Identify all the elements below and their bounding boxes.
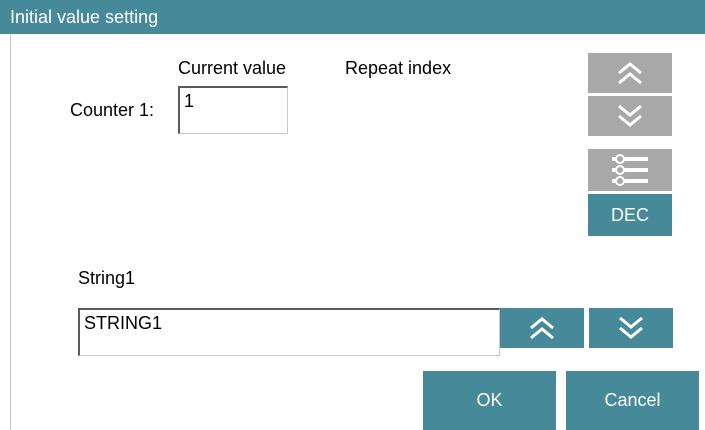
- string1-input[interactable]: STRING1: [78, 308, 500, 356]
- scroll-down-button[interactable]: [588, 96, 672, 136]
- scroll-up-button[interactable]: [588, 53, 672, 93]
- sliders-icon: [610, 153, 650, 187]
- double-chevron-down-icon: [615, 102, 645, 130]
- repeat-index-header: Repeat index: [345, 58, 452, 78]
- string-up-button[interactable]: [500, 308, 584, 348]
- string-down-button[interactable]: [589, 308, 673, 348]
- window-title: Initial value setting: [0, 0, 705, 34]
- double-chevron-up-icon: [527, 314, 557, 342]
- counter1-current-value-field[interactable]: 1: [178, 86, 288, 134]
- dialog-left-border: [10, 34, 11, 430]
- counter1-label: Counter 1:: [70, 100, 155, 120]
- double-chevron-up-icon: [615, 59, 645, 87]
- ok-button[interactable]: OK: [423, 371, 556, 430]
- string1-label: String1: [78, 268, 136, 288]
- cancel-button[interactable]: Cancel: [566, 371, 699, 430]
- settings-button[interactable]: [588, 149, 672, 191]
- dec-button[interactable]: DEC: [588, 194, 672, 236]
- current-value-header: Current value: [178, 58, 287, 78]
- double-chevron-down-icon: [616, 314, 646, 342]
